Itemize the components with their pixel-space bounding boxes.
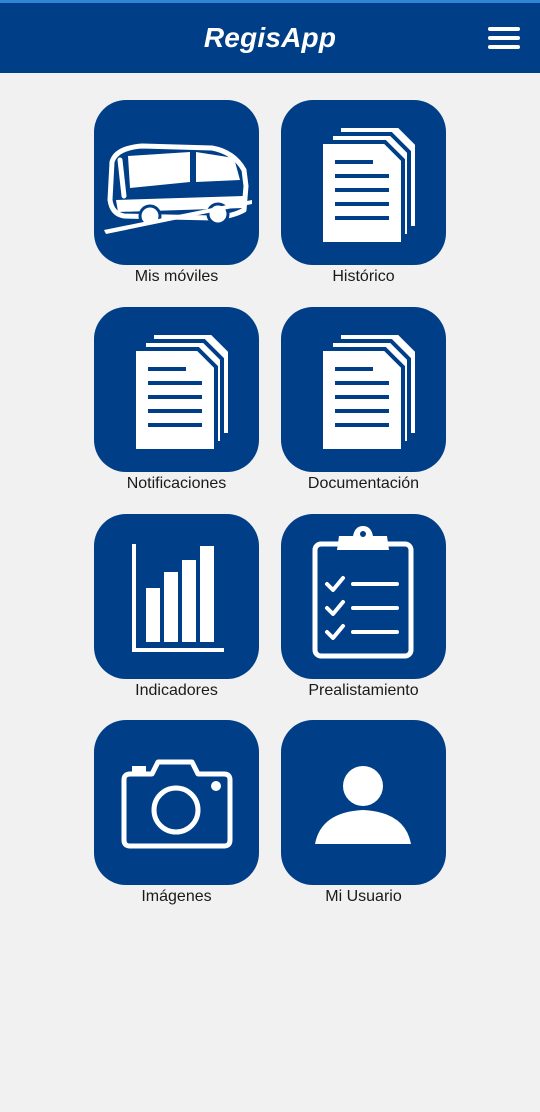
tile-imagenes[interactable]: Imágenes	[84, 716, 274, 916]
tile-label: Imágenes	[141, 888, 212, 905]
tile-icon-box	[94, 307, 259, 472]
tile-label: Mis móviles	[134, 268, 219, 285]
bus-icon	[104, 143, 252, 234]
documents-icon	[319, 331, 419, 453]
tile-historico[interactable]: Histórico	[271, 96, 461, 296]
tile-notificaciones[interactable]: Notificaciones	[84, 303, 274, 503]
tile-icon-box	[94, 514, 259, 679]
tile-label: Notificaciones	[126, 475, 227, 492]
tile-documentacion[interactable]: Documentación	[271, 303, 461, 503]
app-header: RegisApp	[0, 3, 540, 73]
documents-icon	[319, 124, 419, 246]
bar-chart-icon	[132, 544, 224, 652]
tile-indicadores[interactable]: Indicadores	[84, 510, 274, 710]
tile-label: Indicadores	[135, 682, 218, 699]
app-title: RegisApp	[203, 22, 337, 53]
tile-label: Prealistamiento	[308, 682, 419, 699]
tile-icon-box	[281, 720, 446, 885]
tile-icon-box	[94, 100, 259, 265]
hamburger-menu-icon[interactable]	[488, 25, 522, 51]
tile-mi-usuario[interactable]: Mi Usuario	[271, 716, 461, 916]
tile-icon-box	[281, 100, 446, 265]
tile-icon-box	[281, 514, 446, 679]
tile-prealistamiento[interactable]: Prealistamiento	[271, 510, 461, 710]
documents-icon	[132, 331, 232, 453]
user-icon	[315, 766, 411, 844]
tile-label: Mi Usuario	[325, 888, 402, 905]
camera-icon	[121, 759, 233, 849]
tile-mis-moviles[interactable]: Mis móviles	[84, 96, 274, 296]
tile-icon-box	[94, 720, 259, 885]
tile-icon-box	[281, 307, 446, 472]
tile-label: Documentación	[307, 475, 420, 492]
clipboard-checklist-icon	[312, 526, 414, 659]
tile-label: Histórico	[332, 268, 395, 285]
